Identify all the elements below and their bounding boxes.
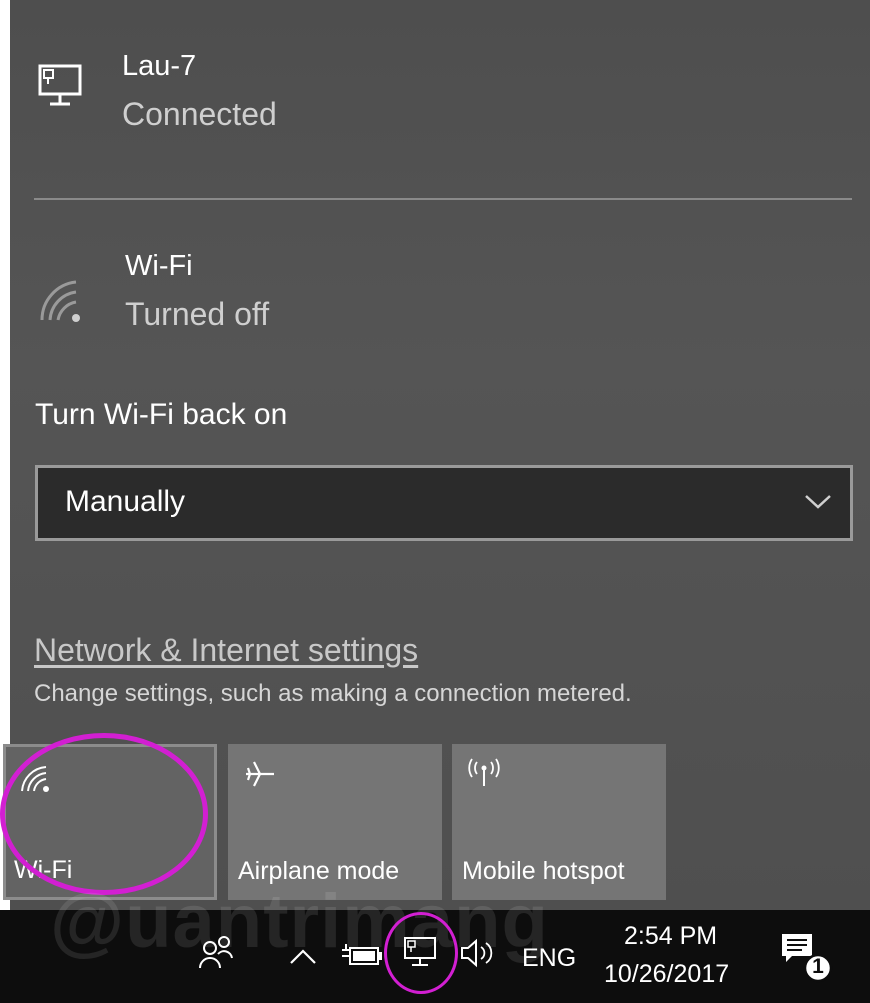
chevron-up-icon[interactable] [288, 946, 318, 966]
chevron-down-icon [805, 495, 831, 509]
battery-charging-icon[interactable] [340, 940, 384, 970]
airplane-icon [246, 761, 274, 787]
network-status: Connected [122, 96, 277, 132]
action-center-icon[interactable] [778, 930, 838, 990]
network-settings-description: Change settings, such as making a connec… [34, 680, 632, 707]
network-name: Lau-7 [122, 50, 197, 82]
hotspot-icon [468, 758, 500, 786]
network-name: Wi-Fi [125, 250, 193, 282]
tile-label: Airplane mode [238, 857, 400, 885]
dropdown-value: Manually [65, 485, 186, 518]
network-item-wifi[interactable]: Wi-Fi Turned off [10, 240, 870, 350]
network-status: Turned off [125, 296, 270, 332]
wifi-icon [21, 766, 49, 792]
wifi-back-on-label: Turn Wi-Fi back on [35, 398, 288, 431]
tile-label: Mobile hotspot [462, 857, 625, 885]
notification-count: 1 [812, 955, 824, 978]
clock-time[interactable]: 2:54 PM [624, 922, 717, 951]
wifi-toggle-tile[interactable]: Wi-Fi [3, 744, 217, 900]
people-icon[interactable] [196, 932, 236, 972]
ethernet-monitor-icon [38, 64, 82, 106]
wifi-back-on-dropdown[interactable]: Manually [35, 465, 853, 541]
airplane-mode-tile[interactable]: Airplane mode [228, 744, 442, 900]
volume-icon[interactable] [458, 936, 498, 970]
taskbar: ENG 2:54 PM 10/26/2017 1 [0, 910, 870, 1003]
clock-date[interactable]: 10/26/2017 [604, 960, 729, 989]
mobile-hotspot-tile[interactable]: Mobile hotspot [452, 744, 666, 900]
tile-label: Wi-Fi [14, 856, 73, 884]
language-indicator[interactable]: ENG [522, 944, 576, 973]
wifi-off-icon [40, 280, 80, 322]
network-settings-link[interactable]: Network & Internet settings [34, 632, 418, 669]
network-item-ethernet[interactable]: Lau-7 Connected [10, 40, 870, 150]
network-ethernet-icon[interactable] [400, 932, 440, 972]
divider [34, 198, 852, 200]
